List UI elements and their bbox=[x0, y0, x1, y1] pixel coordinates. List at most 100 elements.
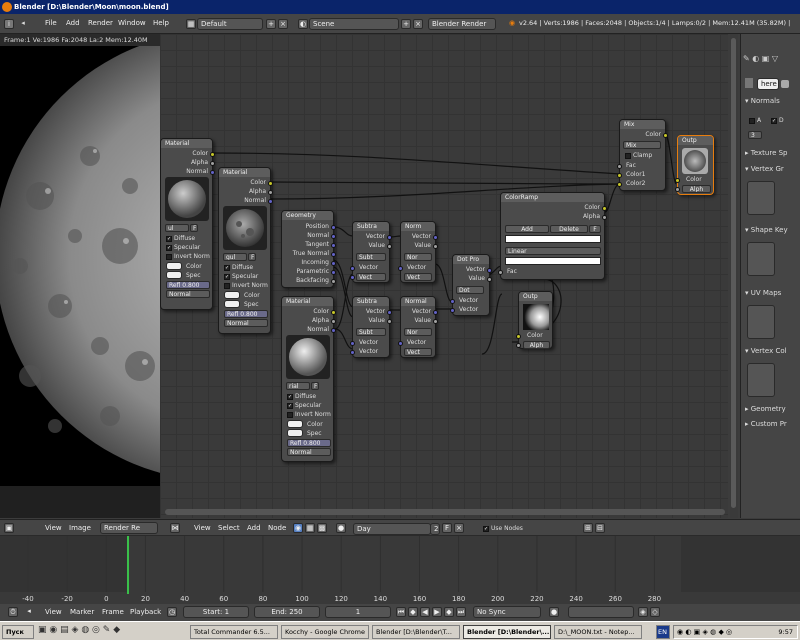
color1-input-socket[interactable] bbox=[617, 173, 622, 178]
vector-input[interactable]: Vect bbox=[404, 273, 432, 281]
material-name-field[interactable]: Day bbox=[353, 523, 431, 535]
delete-scene-icon[interactable]: × bbox=[413, 19, 423, 29]
taskbar-item-blender-1[interactable]: Blender [D:\Blender\T... bbox=[372, 625, 460, 639]
alpha-input-socket[interactable] bbox=[675, 187, 680, 192]
vector-output-socket[interactable] bbox=[487, 268, 492, 273]
value-output-socket[interactable] bbox=[387, 244, 392, 249]
material-users-count[interactable]: 2 bbox=[430, 523, 440, 535]
color-output-socket[interactable] bbox=[331, 310, 336, 315]
menu-window[interactable]: Window bbox=[118, 19, 146, 27]
editor-type-icon[interactable]: i bbox=[4, 19, 14, 29]
menu-file[interactable]: File bbox=[45, 19, 57, 27]
material-node-3[interactable]: Material Color Alpha Normal rial F ✓ Diff… bbox=[281, 296, 336, 462]
sync-mode-select[interactable]: No Sync bbox=[473, 606, 541, 618]
scene-icon[interactable]: ◐ bbox=[298, 19, 308, 29]
tools-icon[interactable]: ✎ bbox=[103, 625, 111, 635]
color-input-socket[interactable] bbox=[675, 178, 680, 183]
jump-start-icon[interactable]: ⏮ bbox=[396, 607, 406, 617]
firefox-icon[interactable]: ◍ bbox=[81, 625, 89, 635]
operation-select[interactable]: Dot bbox=[456, 286, 484, 294]
backfacing-output-socket[interactable] bbox=[331, 279, 336, 284]
diffuse-checkbox[interactable]: ✓ Diffuse bbox=[224, 264, 253, 271]
play-icon[interactable]: ▶ bbox=[432, 607, 442, 617]
clamp-checkbox[interactable]: Clamp bbox=[625, 152, 652, 159]
current-frame-field[interactable]: 1 bbox=[325, 606, 391, 618]
uv-maps-list[interactable] bbox=[747, 305, 775, 339]
blend-mode-select[interactable]: Mix bbox=[623, 141, 661, 149]
geometry-node[interactable]: Geometry Position Normal Tangent True No… bbox=[281, 210, 336, 288]
incoming-output-socket[interactable] bbox=[331, 261, 336, 266]
material-datablock[interactable]: gul bbox=[223, 253, 247, 261]
timeline-menu-playback[interactable]: Playback bbox=[130, 608, 161, 616]
vector-input[interactable]: Vect bbox=[356, 273, 386, 281]
normal-output-socket[interactable] bbox=[210, 170, 215, 175]
menu-render[interactable]: Render bbox=[88, 19, 113, 27]
normalize-node-1[interactable]: Norm Vector Value Nor Vector Vect bbox=[398, 221, 438, 283]
section-vertex-groups[interactable]: ▾ Vertex Gr bbox=[745, 165, 784, 173]
normal-input[interactable]: Normal bbox=[166, 290, 210, 298]
diffuse-checkbox[interactable]: ✓ Diffuse bbox=[166, 235, 195, 242]
preview-range-icon[interactable]: ◷ bbox=[167, 607, 177, 617]
material-node-2[interactable]: Material Color Alpha Normal gul F ✓ Diffu… bbox=[218, 167, 273, 334]
material-node-1[interactable]: Material Color Alpha Normal ul F ✓ Diffus… bbox=[160, 138, 215, 310]
fake-user-toggle[interactable]: F bbox=[442, 523, 452, 533]
invert-normal-checkbox[interactable]: Invert Norm bbox=[166, 253, 210, 260]
screen-layout-select[interactable]: Default bbox=[197, 18, 263, 30]
color2-input-socket[interactable] bbox=[617, 182, 622, 187]
alpha-output-socket[interactable] bbox=[210, 161, 215, 166]
vector-input-socket[interactable] bbox=[350, 275, 355, 280]
image-menu-image[interactable]: Image bbox=[69, 524, 91, 532]
true-normal-output-socket[interactable] bbox=[331, 252, 336, 257]
tray-icons[interactable]: ◉ ◐ ▣ ◈ ◍ ◆ ◎ bbox=[677, 628, 732, 636]
section-custom-properties[interactable]: ▸ Custom Pr bbox=[745, 420, 787, 428]
parametric-output-socket[interactable] bbox=[331, 270, 336, 275]
node-editor-type-icon[interactable]: ⋈ bbox=[170, 523, 180, 533]
timeline-menu-marker[interactable]: Marker bbox=[70, 608, 94, 616]
world-icon[interactable]: ◐ bbox=[752, 54, 759, 63]
timeline-editor[interactable]: -40 -20 0 20 40 60 80 100 120 140 160 180 200 220 240 2… bbox=[0, 536, 800, 604]
operation-select[interactable]: Nor bbox=[404, 328, 432, 336]
diffuse-checkbox[interactable]: ✓ Diffuse bbox=[287, 393, 316, 400]
vector-output-socket[interactable] bbox=[387, 235, 392, 240]
taskbar-item-notepad[interactable]: D:\_MOON.txt - Notep... bbox=[554, 625, 642, 639]
alpha-output-socket[interactable] bbox=[331, 319, 336, 324]
vector-output-socket[interactable] bbox=[433, 235, 438, 240]
snap-icon[interactable]: ⊞ bbox=[583, 523, 593, 533]
image-menu-view[interactable]: View bbox=[45, 524, 62, 532]
keying-set-field[interactable] bbox=[568, 606, 634, 618]
reflectivity-slider[interactable]: Refl 0.800 bbox=[287, 439, 331, 447]
alpha-output-socket[interactable] bbox=[268, 190, 273, 195]
app-icon[interactable]: ◆ bbox=[113, 625, 120, 635]
start-button[interactable]: Пуск bbox=[2, 625, 34, 639]
unlink-material-icon[interactable]: × bbox=[454, 523, 464, 533]
add-stop-button[interactable]: Add bbox=[505, 225, 549, 233]
color-output-socket[interactable] bbox=[602, 206, 607, 211]
section-geometry[interactable]: ▸ Geometry bbox=[745, 405, 786, 413]
start-frame-field[interactable]: Start: 1 bbox=[183, 606, 249, 618]
material-browse-icon[interactable]: ● bbox=[336, 523, 346, 533]
node-menu-select[interactable]: Select bbox=[218, 524, 240, 532]
operation-select[interactable]: Subt bbox=[356, 328, 386, 336]
jump-end-icon[interactable]: ⏭ bbox=[456, 607, 466, 617]
color-output-socket[interactable] bbox=[663, 133, 668, 138]
taskbar-item-chrome[interactable]: Kocchy - Google Chrome bbox=[281, 625, 369, 639]
delete-screen-icon[interactable]: × bbox=[278, 19, 288, 29]
screen-layout-icon[interactable]: ▦ bbox=[186, 19, 196, 29]
explorer-icon[interactable]: ▤ bbox=[60, 625, 69, 635]
fake-user-button[interactable]: F bbox=[311, 382, 319, 390]
timeline-menu-view[interactable]: View bbox=[45, 608, 62, 616]
specular-checkbox[interactable]: ✓ Specular bbox=[287, 402, 321, 409]
node-editor[interactable]: Material Color Alpha Normal ul F ✓ Diffus… bbox=[160, 34, 728, 518]
collapse-menu-icon[interactable]: ◂ bbox=[18, 19, 28, 29]
render-engine-select[interactable]: Blender Render bbox=[428, 18, 496, 30]
shape-keys-list[interactable] bbox=[747, 242, 775, 276]
texture-icon[interactable]: ▣ bbox=[762, 54, 770, 63]
invert-normal-checkbox[interactable]: Invert Norm bbox=[224, 282, 268, 289]
alpha-input[interactable]: Alph bbox=[523, 341, 550, 349]
vector-input-socket[interactable] bbox=[450, 308, 455, 313]
vector-input[interactable]: Vect bbox=[404, 348, 432, 356]
vector-input-socket[interactable] bbox=[350, 350, 355, 355]
menu-help[interactable]: Help bbox=[153, 19, 169, 27]
value-output-socket[interactable] bbox=[433, 244, 438, 249]
vector-output-socket[interactable] bbox=[433, 310, 438, 315]
